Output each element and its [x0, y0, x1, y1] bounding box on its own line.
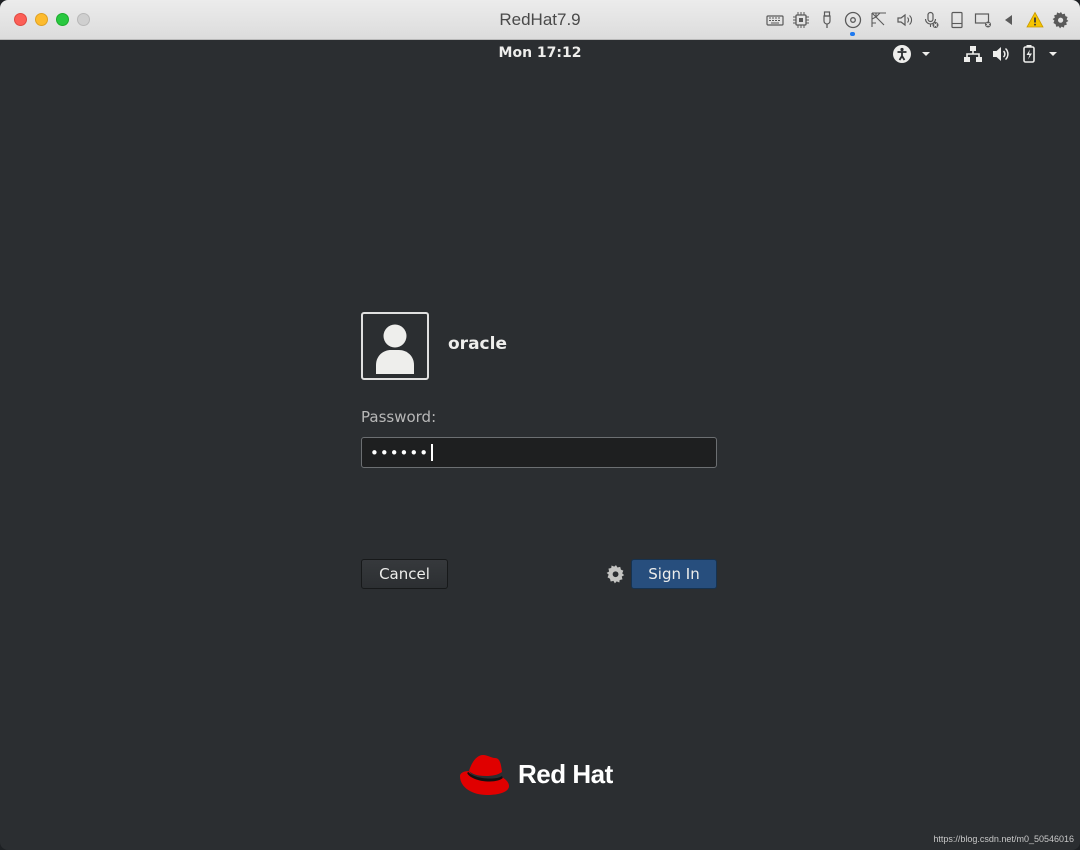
redhat-wordmark: Red Hat [518, 758, 613, 789]
session-settings-gear-icon[interactable] [606, 564, 626, 584]
audio-icon[interactable] [894, 9, 916, 31]
system-status-menu[interactable] [963, 43, 1059, 65]
settings-gear-icon[interactable] [1050, 9, 1072, 31]
keyboard-icon[interactable] [764, 9, 786, 31]
optical-disc-icon[interactable] [842, 9, 864, 36]
network-icon[interactable] [868, 9, 890, 31]
accessibility-menu[interactable] [892, 43, 932, 65]
usb-icon[interactable] [816, 9, 838, 31]
accessibility-icon [892, 44, 912, 64]
microphone-icon[interactable] [920, 9, 942, 31]
username-label: oracle [448, 334, 507, 354]
network-wired-icon [963, 44, 983, 64]
warning-icon[interactable] [1024, 9, 1046, 31]
vm-device-toolbar [764, 9, 1072, 36]
password-field[interactable]: •••••• [361, 437, 717, 468]
redhat-fedora-icon [460, 755, 509, 795]
vm-window: RedHat7.9 Mon 17:12 oracle Password: •••… [0, 0, 1080, 850]
hard-disk-icon[interactable] [946, 9, 968, 31]
user-avatar[interactable] [361, 312, 429, 380]
display-icon[interactable] [972, 9, 994, 31]
volume-icon [991, 44, 1011, 64]
window-titlebar: RedHat7.9 [0, 0, 1080, 40]
watermark-text: https://blog.csdn.net/m0_50546016 [933, 834, 1074, 844]
text-caret [431, 444, 434, 461]
user-silhouette-icon [376, 324, 414, 374]
gnome-top-bar: Mon 17:12 [0, 40, 1080, 68]
cancel-button[interactable]: Cancel [361, 559, 448, 589]
password-label: Password: [361, 408, 437, 426]
chevron-down-icon [1047, 48, 1059, 60]
sign-in-button[interactable]: Sign In [631, 559, 717, 589]
password-masked-value: •••••• [370, 443, 430, 462]
redhat-logo: Red Hat [458, 750, 613, 798]
battery-icon [1019, 44, 1039, 64]
cpu-icon[interactable] [790, 9, 812, 31]
back-arrow-icon[interactable] [998, 9, 1020, 31]
active-indicator [850, 32, 855, 36]
chevron-down-icon [920, 48, 932, 60]
